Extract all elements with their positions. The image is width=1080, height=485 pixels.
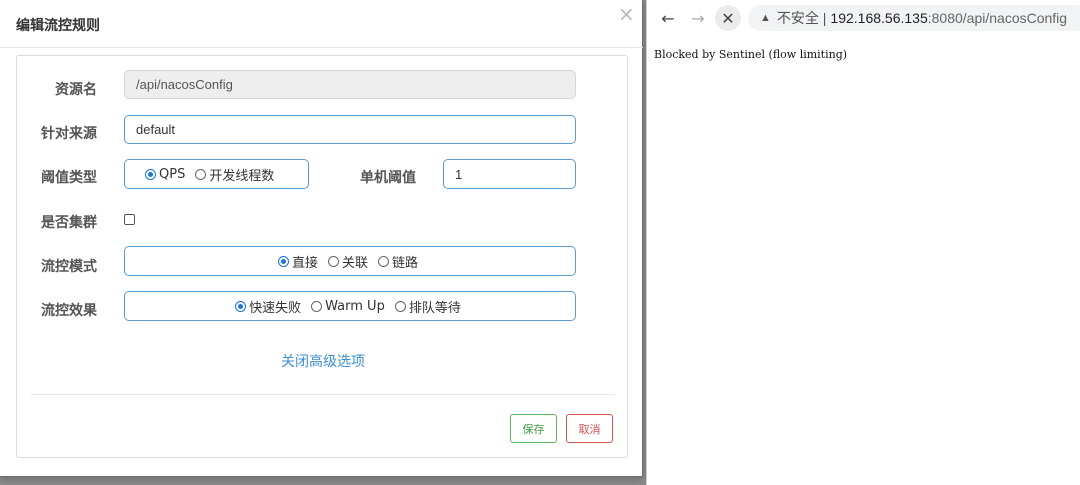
flow-mode-label: 流控模式: [41, 259, 97, 275]
close-advanced-options-link[interactable]: 关闭高级选项: [17, 351, 629, 371]
radio-unchecked-icon: [311, 300, 323, 312]
radio-checked-icon: [235, 300, 247, 312]
resource-name-label: 资源名: [55, 82, 97, 98]
footer-divider: [31, 394, 615, 395]
effect-fail-fast-option[interactable]: 快速失败: [235, 297, 301, 316]
browser-window: ← → ✕ ▲ 不安全 | 192.168.56.135:8080/api/na…: [646, 0, 1080, 485]
forward-arrow-icon[interactable]: →: [687, 7, 709, 29]
back-arrow-icon[interactable]: ←: [657, 7, 679, 29]
threshold-type-threads-option[interactable]: 开发线程数: [195, 165, 274, 184]
radio-unchecked-icon: [195, 168, 207, 180]
cancel-button[interactable]: 取消: [566, 414, 613, 443]
browser-toolbar: ← → ✕ ▲ 不安全 | 192.168.56.135:8080/api/na…: [647, 0, 1080, 36]
effect-warm-up-label: Warm Up: [325, 298, 385, 314]
mode-chain-label: 链路: [392, 255, 419, 271]
url-path: :8080/api/nacosConfig: [927, 10, 1068, 26]
source-label: 针对来源: [41, 126, 97, 142]
qps-label: QPS: [159, 166, 186, 182]
mode-direct-label: 直接: [291, 255, 318, 271]
cluster-label: 是否集群: [41, 215, 97, 231]
flow-mode-radio-group: 直接 关联 链路: [124, 246, 576, 276]
rule-form-panel: 资源名 /api/nacosConfig 针对来源 default 阈值类型 Q…: [16, 55, 628, 458]
radio-unchecked-icon: [378, 255, 389, 267]
address-bar[interactable]: ▲ 不安全 | 192.168.56.135:8080/api/nacosCon…: [748, 5, 1080, 31]
mode-related-label: 关联: [341, 255, 368, 271]
radio-unchecked-icon: [327, 255, 339, 267]
url-host: 192.168.56.135: [830, 10, 928, 26]
flow-effect-radio-group: 快速失败 Warm Up 排队等待: [124, 291, 576, 321]
radio-checked-icon: [145, 168, 156, 180]
threshold-type-radio-group: QPS 开发线程数: [124, 159, 309, 189]
threshold-type-label: 阈值类型: [41, 170, 97, 186]
title-divider: [0, 47, 643, 48]
effect-fail-fast-label: 快速失败: [249, 300, 302, 316]
page-body-text: Blocked by Sentinel (flow limiting): [654, 48, 848, 61]
effect-queue-label: 排队等待: [408, 300, 461, 316]
resource-name-input: /api/nacosConfig: [124, 70, 576, 99]
cluster-checkbox[interactable]: [124, 214, 135, 225]
stop-loading-icon[interactable]: ✕: [715, 5, 741, 31]
mode-chain-option[interactable]: 链路: [378, 252, 418, 271]
close-icon[interactable]: ×: [618, 4, 635, 24]
dialog-title: 编辑流控规则: [16, 18, 100, 34]
save-button[interactable]: 保存: [510, 414, 557, 443]
edit-flow-rule-dialog: 编辑流控规则 × 资源名 /api/nacosConfig 针对来源 defau…: [0, 0, 643, 477]
warning-icon: ▲: [760, 12, 771, 24]
single-threshold-input[interactable]: 1: [443, 159, 576, 189]
mode-related-option[interactable]: 关联: [327, 252, 368, 271]
flow-effect-label: 流控效果: [41, 303, 97, 319]
insecure-label: 不安全 |: [776, 10, 827, 26]
threshold-type-qps-option[interactable]: QPS: [145, 167, 185, 182]
effect-queue-option[interactable]: 排队等待: [394, 297, 461, 316]
single-threshold-label: 单机阈值: [360, 170, 416, 186]
threads-label: 开发线程数: [209, 168, 275, 184]
source-input[interactable]: default: [124, 115, 576, 144]
effect-warm-up-option[interactable]: Warm Up: [311, 299, 385, 314]
mode-direct-option[interactable]: 直接: [277, 252, 318, 271]
radio-checked-icon: [277, 255, 289, 267]
radio-unchecked-icon: [394, 300, 406, 312]
